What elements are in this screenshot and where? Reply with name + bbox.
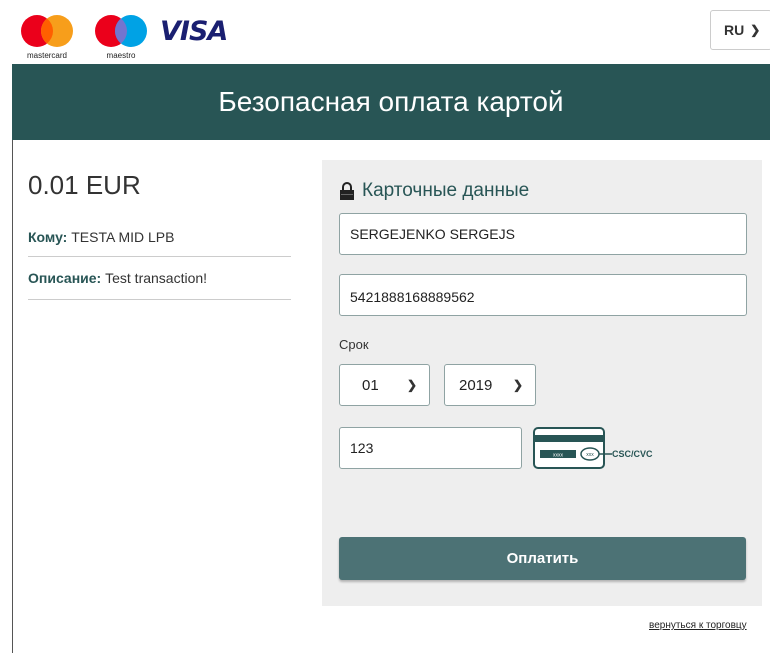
description-row: Описание: Test transaction! xyxy=(28,270,291,286)
language-select[interactable]: RU ❯ xyxy=(710,10,770,50)
lock-icon xyxy=(340,182,354,200)
expiry-year-select[interactable]: 2019 ❯ xyxy=(444,364,536,406)
card-form-title-text: Карточные данные xyxy=(362,180,530,201)
divider xyxy=(28,256,291,257)
pay-button[interactable]: Оплатить xyxy=(339,537,746,580)
recipient-label: Кому: xyxy=(28,229,68,245)
maestro-logo-text: maestro xyxy=(107,51,136,60)
cvc-input[interactable]: 123 xyxy=(339,427,522,469)
page-title: Безопасная оплата картой xyxy=(218,86,564,117)
left-border xyxy=(12,140,13,653)
language-value: RU xyxy=(724,22,745,38)
card-back-icon: xxxx xxx CSC/CVC xyxy=(533,427,653,469)
expiry-label: Срок xyxy=(339,337,369,352)
cvc-value: 123 xyxy=(350,440,374,456)
card-icon-cvc: xxx xyxy=(586,452,594,458)
chevron-down-icon: ❯ xyxy=(406,378,417,392)
cardholder-name-input[interactable]: SERGEJENKO SERGEJS xyxy=(339,213,747,255)
mastercard-logo-text: mastercard xyxy=(27,51,67,60)
card-number-input[interactable]: 5421888168889562 xyxy=(339,274,747,316)
expiry-month-value: 01 xyxy=(362,376,379,394)
page-title-banner: Безопасная оплата картой xyxy=(12,64,770,140)
recipient-row: Кому: TESTA MID LPB xyxy=(28,229,291,245)
expiry-month-select[interactable]: 01 ❯ xyxy=(339,364,430,406)
divider xyxy=(28,299,291,300)
chevron-down-icon: ❯ xyxy=(512,378,523,392)
maestro-logo: maestro xyxy=(95,15,147,60)
back-to-merchant-link[interactable]: вернуться к торговцу xyxy=(649,620,747,631)
card-icon-digits: xxxx xyxy=(553,453,564,459)
description-value: Test transaction! xyxy=(105,270,208,286)
chevron-down-icon: ❯ xyxy=(750,23,761,37)
mastercard-logo: mastercard xyxy=(21,15,73,60)
description-label: Описание: xyxy=(28,270,102,286)
card-number-value: 5421888168889562 xyxy=(350,289,475,305)
payment-amount: 0.01 EUR xyxy=(28,170,141,200)
visa-logo: VISA xyxy=(160,16,228,47)
card-form-title: Карточные данные xyxy=(340,180,529,202)
header: mastercard maestro VISA RU ❯ xyxy=(0,0,770,64)
recipient-value: TESTA MID LPB xyxy=(71,229,175,245)
pay-button-label: Оплатить xyxy=(506,550,579,567)
cardholder-name-value: SERGEJENKO SERGEJS xyxy=(350,226,515,242)
expiry-year-value: 2019 xyxy=(459,376,493,394)
cvc-hint-text: CSC/CVC xyxy=(612,449,653,459)
